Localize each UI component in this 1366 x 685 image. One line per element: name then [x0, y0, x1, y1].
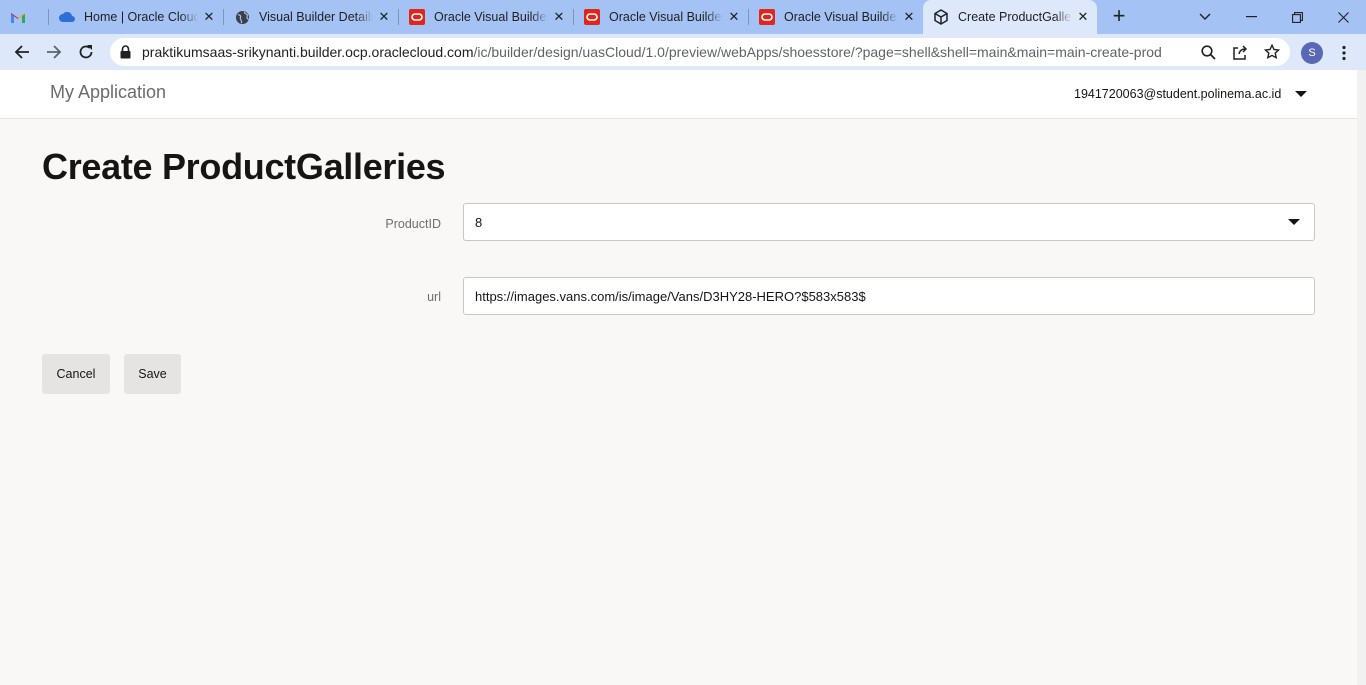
- back-icon[interactable]: [8, 38, 36, 66]
- tab-title: Oracle Visual Builder: [609, 10, 723, 24]
- url-label: url: [427, 290, 441, 304]
- oracle-icon: [759, 9, 775, 25]
- minimize-icon[interactable]: [1228, 0, 1274, 34]
- tab-title: Oracle Visual Builder: [784, 10, 898, 24]
- close-tab-icon[interactable]: ✕: [1075, 9, 1091, 25]
- tab-search-icon[interactable]: [1182, 0, 1228, 34]
- gmail-icon: [10, 9, 26, 25]
- tab-title: Create ProductGalleries: [958, 10, 1072, 24]
- chevron-down-icon: [1295, 91, 1308, 97]
- app-title[interactable]: My Application: [50, 82, 166, 103]
- tab-oracle-visual-builder-3[interactable]: Oracle Visual Builder ✕: [749, 0, 923, 34]
- page-scrollbar[interactable]: [1357, 70, 1366, 685]
- tab-oracle-visual-builder-2[interactable]: Oracle Visual Builder ✕: [574, 0, 749, 34]
- save-button[interactable]: Save: [124, 354, 181, 394]
- productid-value: 8: [475, 215, 483, 230]
- productid-select[interactable]: 8: [463, 203, 1315, 241]
- url-value: https://images.vans.com/is/image/Vans/D3…: [475, 289, 866, 304]
- zoom-icon[interactable]: [1199, 43, 1217, 61]
- share-icon[interactable]: [1231, 43, 1249, 61]
- cube-icon: [933, 9, 949, 25]
- reload-icon[interactable]: [72, 38, 100, 66]
- close-tab-icon[interactable]: ✕: [551, 9, 567, 25]
- browser-menu-icon[interactable]: [1336, 44, 1352, 62]
- browser-tab-strip: Home | Oracle Cloud ✕ Visual Builder Det…: [0, 0, 1366, 34]
- tab-oracle-visual-builder-1[interactable]: Oracle Visual Builder ✕: [399, 0, 574, 34]
- globe-icon: [234, 9, 250, 25]
- app-header: My Application 1941720063@student.poline…: [0, 70, 1357, 119]
- user-menu[interactable]: 1941720063@student.polinema.ac.id: [1074, 87, 1308, 101]
- new-tab-button[interactable]: +: [1108, 5, 1130, 28]
- chevron-down-icon[interactable]: [1288, 219, 1300, 225]
- lock-icon[interactable]: [120, 45, 131, 64]
- productid-label: ProductID: [385, 217, 441, 231]
- url-input[interactable]: https://images.vans.com/is/image/Vans/D3…: [463, 277, 1315, 315]
- tab-title: Oracle Visual Builder: [434, 10, 548, 24]
- tab-visual-builder-details[interactable]: Visual Builder Details ✕: [224, 0, 399, 34]
- close-tab-icon[interactable]: ✕: [726, 9, 742, 25]
- address-bar[interactable]: praktikumsaas-srikynanti.builder.ocp.ora…: [110, 38, 1290, 66]
- url-host: praktikumsaas-srikynanti.builder.ocp.ora…: [142, 44, 474, 60]
- close-tab-icon[interactable]: ✕: [901, 9, 917, 25]
- oracle-icon: [584, 9, 600, 25]
- tab-gmail[interactable]: [10, 0, 49, 34]
- tab-create-productgalleries[interactable]: Create ProductGalleries ✕: [923, 0, 1097, 34]
- browser-toolbar: praktikumsaas-srikynanti.builder.ocp.ora…: [0, 34, 1366, 70]
- oracle-cloud-icon: [59, 9, 75, 25]
- oracle-icon: [409, 9, 425, 25]
- page-title: Create ProductGalleries: [42, 146, 446, 187]
- url-path: /ic/builder/design/uasCloud/1.0/preview/…: [473, 44, 1162, 60]
- bookmark-star-icon[interactable]: [1263, 43, 1281, 61]
- restore-icon[interactable]: [1274, 0, 1320, 34]
- cancel-button[interactable]: Cancel: [42, 354, 110, 394]
- tab-title: Visual Builder Details: [259, 10, 373, 24]
- url-text[interactable]: praktikumsaas-srikynanti.builder.ocp.ora…: [142, 44, 1162, 60]
- close-tab-icon[interactable]: ✕: [201, 9, 217, 25]
- forward-icon[interactable]: [40, 38, 68, 66]
- user-email: 1941720063@student.polinema.ac.id: [1074, 87, 1282, 101]
- tab-title: Home | Oracle Cloud: [84, 10, 198, 24]
- close-window-icon[interactable]: [1320, 0, 1366, 34]
- tab-home-oracle-cloud[interactable]: Home | Oracle Cloud ✕: [49, 0, 224, 34]
- close-tab-icon[interactable]: ✕: [376, 9, 392, 25]
- profile-avatar[interactable]: S: [1301, 42, 1323, 64]
